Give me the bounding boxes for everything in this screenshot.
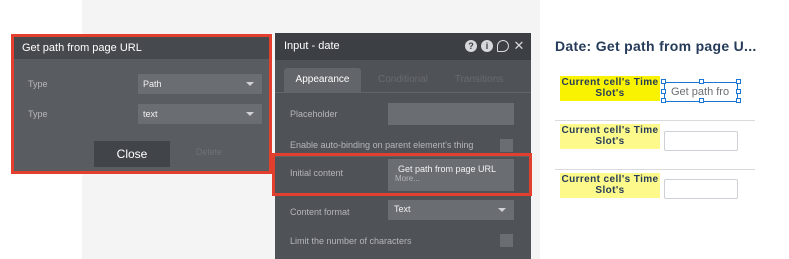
content-format-label: Content format (290, 207, 350, 217)
property-editor: Input - date ? i ✕ Appearance Conditiona… (275, 33, 531, 259)
resize-handle[interactable] (661, 89, 666, 94)
help-icon[interactable]: ? (465, 40, 477, 52)
row-divider (555, 120, 755, 121)
highlight-box (11, 34, 272, 174)
resize-handle[interactable] (699, 79, 704, 84)
limit-chars-checkbox[interactable] (500, 234, 513, 247)
placeholder-label: Placeholder (290, 109, 338, 119)
highlight-box (272, 153, 532, 196)
info-icon[interactable]: i (481, 40, 493, 52)
resize-handle[interactable] (661, 98, 666, 103)
property-editor-header: Input - date ? i ✕ (275, 33, 531, 60)
chevron-down-icon (498, 208, 506, 212)
content-format-value: Text (394, 204, 411, 214)
autobinding-label: Enable auto-binding on parent element's … (290, 140, 474, 150)
comment-icon[interactable] (497, 40, 509, 52)
date-input[interactable] (664, 131, 738, 151)
row-divider (555, 169, 755, 170)
content-format-dropdown[interactable]: Text (388, 200, 514, 220)
resize-handle[interactable] (736, 79, 741, 84)
limit-chars-label: Limit the number of characters (290, 236, 412, 246)
resize-handle[interactable] (736, 89, 741, 94)
placeholder-input[interactable] (388, 103, 514, 125)
resize-handle[interactable] (736, 98, 741, 103)
resize-handle[interactable] (699, 98, 704, 103)
autobinding-checkbox[interactable] (500, 139, 513, 152)
tab-appearance[interactable]: Appearance (284, 68, 361, 92)
property-editor-title: Input - date (284, 40, 340, 52)
close-icon[interactable]: ✕ (513, 39, 525, 52)
resize-handle[interactable] (661, 79, 666, 84)
tab-conditional[interactable]: Conditional (367, 68, 439, 92)
date-input[interactable] (664, 179, 738, 199)
tab-transitions[interactable]: Transitions (445, 68, 513, 92)
cell-text[interactable]: Current cell's Time Slot's (560, 124, 660, 149)
header-icons: ? i ✕ (465, 39, 525, 53)
page-title: Date: Get path from page U... (555, 38, 757, 54)
cell-text[interactable]: Current cell's Time Slot's (560, 173, 660, 198)
tabs-divider (275, 92, 531, 93)
cell-text[interactable]: Current cell's Time Slot's (560, 76, 660, 101)
